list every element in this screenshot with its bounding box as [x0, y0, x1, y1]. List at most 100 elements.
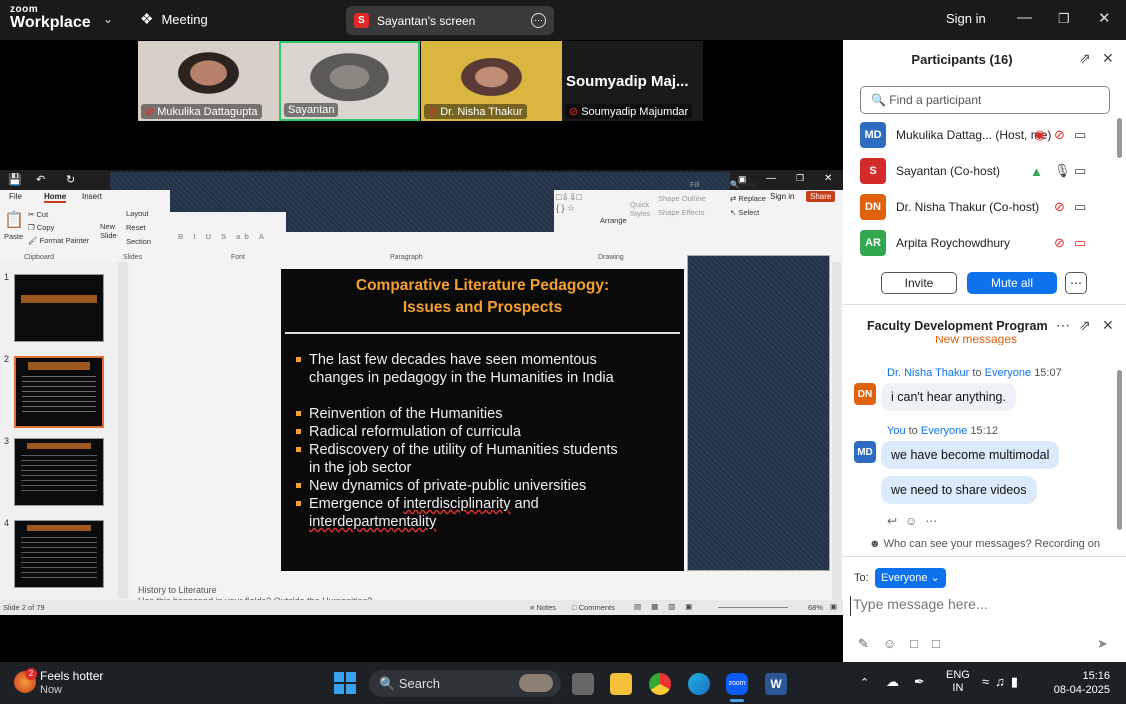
notes-pane[interactable]: History to Literature Has this happened … — [130, 582, 830, 602]
format-painter-button[interactable]: 🖌 Format Painter — [28, 236, 89, 245]
replace-button[interactable]: ⇄ Replace — [730, 194, 766, 203]
share-button[interactable]: Share — [806, 191, 836, 202]
font-format-buttons[interactable]: B I U S ab A — [178, 232, 268, 241]
more-options-icon[interactable]: ⋯ — [1056, 317, 1070, 334]
minimize-icon[interactable]: — — [766, 173, 776, 184]
sign-in-link[interactable]: Sign in — [946, 11, 986, 26]
select-button[interactable]: ↖ Select — [730, 208, 759, 217]
sender-name[interactable]: Dr. Nisha Thakur — [887, 367, 969, 379]
new-messages-indicator[interactable]: New messages — [935, 336, 1017, 345]
popout-icon[interactable]: ⇗ — [1079, 317, 1091, 334]
windows-start-icon[interactable] — [334, 672, 356, 694]
send-icon[interactable]: ➤ — [1097, 636, 1108, 652]
reset-button[interactable]: Reset — [126, 223, 146, 232]
participant-search-input[interactable]: 🔍 Find a participant — [860, 86, 1110, 114]
video-tile[interactable]: ⊘ Dr. Nisha Thakur — [421, 41, 562, 121]
more-options-icon[interactable]: ⋯ — [531, 13, 546, 28]
chrome-icon[interactable] — [649, 673, 671, 695]
section-button[interactable]: Section — [126, 237, 151, 246]
more-options-icon[interactable]: ⋯ — [1065, 272, 1087, 294]
save-icon[interactable]: 💾 — [8, 173, 22, 186]
recipient-dropdown[interactable]: Everyone ⌄ — [875, 568, 946, 588]
tab-home[interactable]: Home — [44, 192, 67, 203]
quick-styles-button[interactable]: Quick Styles — [630, 200, 652, 218]
slide-scrollbar[interactable] — [832, 262, 841, 600]
chevron-up-icon[interactable]: ⌃ — [860, 676, 869, 689]
mic-icon[interactable]: 🎙 — [1054, 163, 1071, 179]
cut-button[interactable]: ✂ Cut — [28, 210, 48, 219]
copy-button[interactable]: ❐ Copy — [28, 223, 54, 232]
thumbs-scrollbar[interactable] — [118, 262, 128, 598]
paste-button[interactable]: Paste — [4, 232, 23, 241]
muted-mic-icon[interactable]: ⊘ — [1054, 199, 1065, 215]
onedrive-icon[interactable]: ☁ — [886, 674, 899, 690]
chat-message-input[interactable]: Type message here... — [850, 596, 1120, 616]
visibility-notice[interactable]: ☻ Who can see your messages? Recording o… — [843, 538, 1126, 550]
pen-icon[interactable]: ✒ — [914, 674, 925, 690]
video-icon[interactable]: ▭ — [1074, 163, 1086, 179]
slide-thumbnail[interactable] — [14, 274, 104, 342]
participant-row[interactable]: S Sayantan (Co-host) 🎙 ▭ ▲ — [860, 157, 1120, 185]
find-button[interactable]: 🔍 Find — [730, 180, 756, 189]
video-icon[interactable]: ▭ — [1074, 127, 1086, 143]
video-icon[interactable]: ▭ — [1074, 199, 1086, 215]
close-icon[interactable]: ✕ — [1098, 9, 1111, 27]
video-tile[interactable]: ⊘ Mukulika Dattagupta — [138, 41, 279, 121]
file-explorer-icon[interactable] — [610, 673, 632, 695]
shape-outline-button[interactable]: Shape Outline — [658, 194, 706, 203]
view-buttons[interactable]: ▤▦▥▣ — [634, 602, 702, 611]
message-bubble[interactable]: we need to share videos — [881, 476, 1037, 504]
layout-button[interactable]: Layout — [126, 209, 149, 218]
language-indicator[interactable]: ENG IN — [946, 669, 970, 695]
video-tile-no-video[interactable]: Soumyadip Maj... ⊘ Soumyadip Majumdar — [562, 41, 703, 121]
word-icon[interactable]: W — [765, 673, 787, 695]
close-icon[interactable]: ✕ — [1102, 317, 1114, 334]
fit-slide-icon[interactable]: ▣ — [830, 602, 837, 611]
popout-icon[interactable]: ⇗ — [1079, 50, 1091, 67]
shape-effects-button[interactable]: Shape Effects — [658, 208, 705, 217]
message-bubble[interactable]: i can't hear anything. — [881, 383, 1016, 411]
zoom-app-icon[interactable]: zoom — [726, 673, 748, 695]
shapes-gallery[interactable]: □⇩⇩□{ } ☆ — [556, 192, 582, 214]
taskbar-search[interactable]: 🔍 Search — [369, 670, 561, 697]
tab-file[interactable]: File — [9, 192, 22, 201]
close-icon[interactable]: ✕ — [824, 173, 832, 184]
message-actions[interactable]: ↩☺⋯ — [887, 514, 945, 528]
new-slide-button[interactable]: New Slide — [100, 222, 122, 240]
zoom-slider[interactable] — [718, 607, 788, 608]
paste-icon[interactable]: 📋 — [4, 210, 24, 230]
invite-button[interactable]: Invite — [881, 272, 957, 294]
current-slide[interactable]: Comparative Literature Pedagogy: Issues … — [281, 269, 684, 571]
task-view-icon[interactable] — [572, 673, 594, 695]
video-tile-active-speaker[interactable]: Sayantan — [279, 41, 420, 121]
meeting-menu[interactable]: ❖ Meeting — [140, 10, 208, 28]
slide-thumbnail[interactable] — [14, 520, 104, 588]
participant-scrollbar[interactable] — [1117, 118, 1122, 158]
screen-share-pill[interactable]: S Sayantan's screen ⋯ — [346, 6, 554, 35]
message-bubble[interactable]: we have become multimodal — [881, 441, 1060, 469]
comments-toggle[interactable]: □ Comments — [572, 603, 615, 612]
muted-mic-icon[interactable]: ⊘ — [1054, 235, 1065, 251]
weather-title[interactable]: Feels hotter — [40, 669, 103, 683]
restore-icon[interactable]: ❐ — [796, 173, 804, 184]
mute-all-button[interactable]: Mute all — [967, 272, 1057, 294]
chat-toolbar[interactable]: ✎☺□□ — [858, 636, 954, 652]
system-tray-icons[interactable]: ≈♫▮ — [982, 674, 1024, 690]
clock[interactable]: 15:16 08-04-2025 — [1050, 669, 1110, 697]
edge-icon[interactable] — [688, 673, 710, 695]
chat-scrollbar[interactable] — [1117, 370, 1122, 530]
participant-row[interactable]: MD Mukulika Dattag... (Host, me) ⊘ ▭ ◉ — [860, 121, 1120, 149]
participant-row[interactable]: DN Dr. Nisha Thakur (Co-host) ⊘ ▭ — [860, 193, 1120, 221]
tab-insert[interactable]: Insert — [82, 192, 102, 201]
participant-row[interactable]: AR Arpita Roychowdhury ⊘ ▭ — [860, 229, 1120, 257]
video-off-icon[interactable]: ▭ — [1074, 235, 1086, 251]
close-icon[interactable]: ✕ — [1102, 50, 1114, 67]
restore-icon[interactable]: ❐ — [1058, 11, 1070, 27]
slide-thumbnail[interactable] — [14, 438, 104, 506]
chevron-down-icon[interactable]: ⌄ — [103, 12, 113, 26]
undo-icon[interactable]: ↶ — [36, 173, 45, 186]
redo-icon[interactable]: ↻ — [66, 173, 75, 186]
muted-mic-icon[interactable]: ⊘ — [1054, 127, 1065, 143]
fill-button[interactable]: Fill — [690, 180, 700, 189]
slide-thumbnail-selected[interactable] — [14, 356, 104, 428]
